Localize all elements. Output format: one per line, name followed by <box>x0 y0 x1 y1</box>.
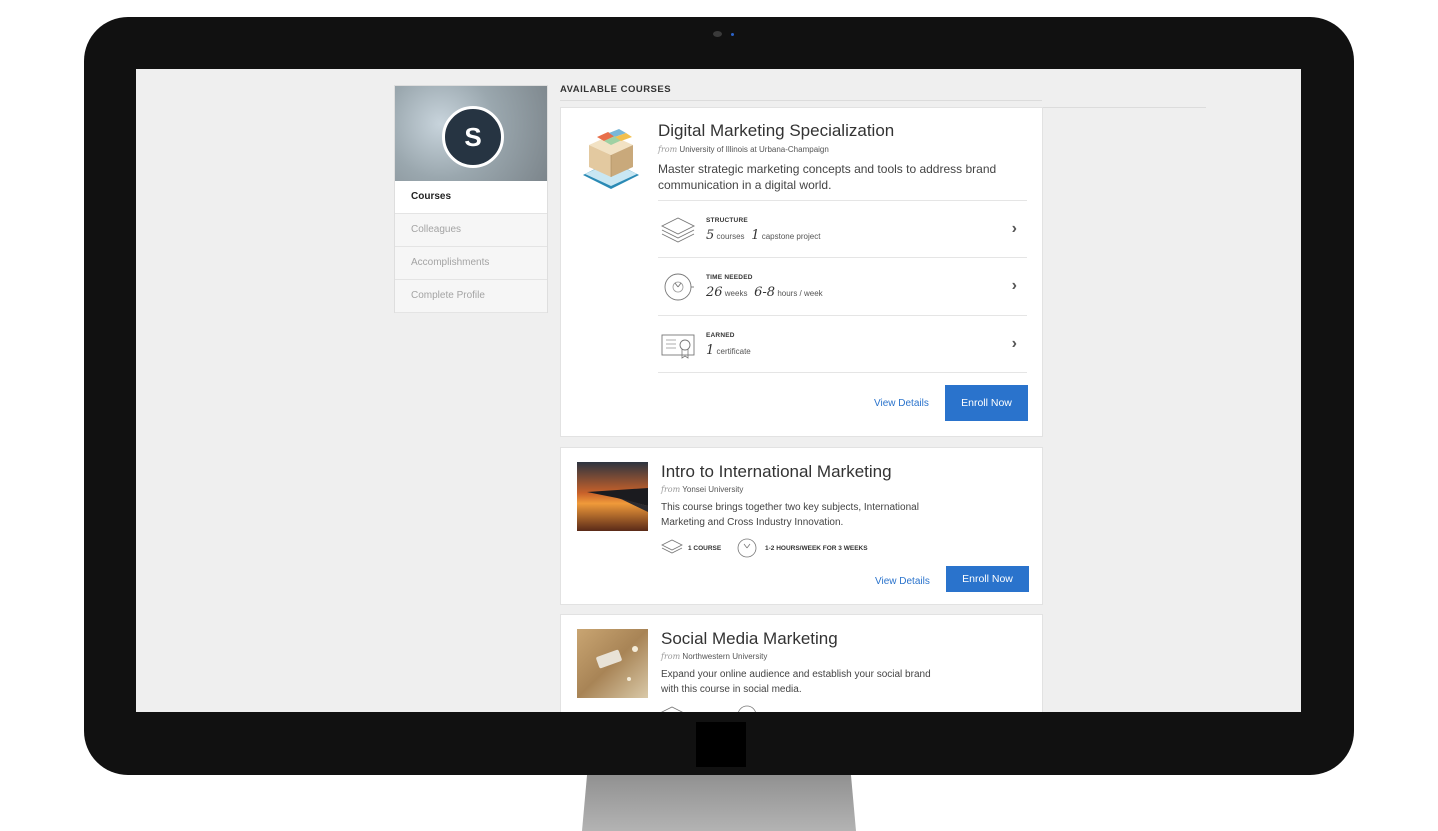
course-title[interactable]: Intro to International Marketing <box>661 462 892 482</box>
course-title[interactable]: Digital Marketing Specialization <box>658 121 894 141</box>
layers-icon <box>661 539 683 554</box>
capstone-unit: capstone project <box>761 232 821 241</box>
clock-icon <box>738 705 756 712</box>
nav-item-courses[interactable]: Courses <box>395 181 547 214</box>
certificate-icon <box>661 334 695 359</box>
institution-name: University of Illinois at Urbana-Champai… <box>679 145 829 154</box>
camera-led <box>731 33 734 36</box>
course-card: Digital Marketing Specialization from Un… <box>560 107 1043 437</box>
chevron-right-icon[interactable]: › <box>1012 220 1017 238</box>
layers-icon <box>661 217 695 243</box>
weeks-count: 26 <box>706 285 723 300</box>
course-provider: from Yonsei University <box>661 485 743 494</box>
layers-icon <box>661 706 683 712</box>
course-card: Intro to International Marketing from Yo… <box>560 447 1043 605</box>
capstone-count: 1 <box>751 228 760 243</box>
nav-item-accomplishments[interactable]: Accomplishments <box>395 247 547 280</box>
clock-icon <box>664 273 694 301</box>
courses-count: 5 <box>706 228 715 243</box>
structure-value: 5 courses 1 capstone project <box>706 228 820 243</box>
institution-name: Northwestern University <box>682 652 768 661</box>
course-title[interactable]: Social Media Marketing <box>661 629 838 649</box>
hours-range: 6-8 <box>754 285 776 300</box>
chevron-right-icon[interactable]: › <box>1012 335 1017 353</box>
weeks-unit: weeks <box>724 289 748 298</box>
section-divider <box>560 100 1042 101</box>
profile-card: S Courses Colleagues Accomplishments Com… <box>394 85 548 313</box>
nav-item-complete-profile[interactable]: Complete Profile <box>395 280 547 313</box>
certificate-unit: certificate <box>716 347 751 356</box>
from-prefix: from <box>661 652 681 661</box>
clock-icon <box>737 538 757 558</box>
earned-row[interactable]: EARNED 1 certificate › <box>658 315 1027 373</box>
course-thumbnail-field-phone <box>577 629 648 698</box>
course-thumbnail-box-icon <box>583 129 639 189</box>
course-provider: from University of Illinois at Urbana-Ch… <box>658 145 829 154</box>
enroll-now-button[interactable]: Enroll Now <box>945 385 1028 421</box>
courses-unit: courses <box>716 232 745 241</box>
course-card: Social Media Marketing from Northwestern… <box>560 614 1043 712</box>
chevron-right-icon[interactable]: › <box>1012 277 1017 295</box>
course-description: Master strategic marketing concepts and … <box>658 162 997 192</box>
card-divider <box>658 372 1027 373</box>
course-provider: from Northwestern University <box>661 652 767 661</box>
institution-name: Yonsei University <box>682 485 744 494</box>
structure-row[interactable]: STRUCTURE 5 courses 1 capstone project › <box>658 200 1027 258</box>
structure-label: STRUCTURE <box>706 217 748 224</box>
certificate-count: 1 <box>706 343 715 358</box>
monitor-stand <box>582 770 856 831</box>
section-title: AVAILABLE COURSES <box>560 84 672 95</box>
nav-item-colleagues[interactable]: Colleagues <box>395 214 547 247</box>
view-details-link[interactable]: View Details <box>874 398 929 409</box>
earned-value: 1 certificate <box>706 343 751 358</box>
camera-icon <box>713 31 722 37</box>
from-prefix: from <box>658 145 678 154</box>
enroll-now-button[interactable]: Enroll Now <box>946 566 1029 592</box>
hours-unit: hours / week <box>777 289 823 298</box>
from-prefix: from <box>661 485 681 494</box>
section-divider-right <box>1042 107 1206 108</box>
monitor-logo <box>696 722 746 767</box>
time-label: TIME NEEDED <box>706 274 753 281</box>
time-value: 26 weeks 6-8 hours / week <box>706 285 823 300</box>
avatar[interactable]: S <box>442 106 504 168</box>
course-count-meta: 1 COURSE <box>688 545 722 552</box>
view-details-link[interactable]: View Details <box>875 576 930 587</box>
course-description: This course brings together two key subj… <box>661 502 919 528</box>
profile-nav: Courses Colleagues Accomplishments Compl… <box>395 181 547 313</box>
screen: S Courses Colleagues Accomplishments Com… <box>136 69 1301 712</box>
earned-label: EARNED <box>706 332 735 339</box>
course-thumbnail-airplane-wing <box>577 462 648 531</box>
time-meta: 1-2 HOURS/WEEK FOR 3 WEEKS <box>765 545 868 552</box>
time-row[interactable]: TIME NEEDED 26 weeks 6-8 hours / week › <box>658 257 1027 316</box>
course-description: Expand your online audience and establis… <box>661 669 931 695</box>
